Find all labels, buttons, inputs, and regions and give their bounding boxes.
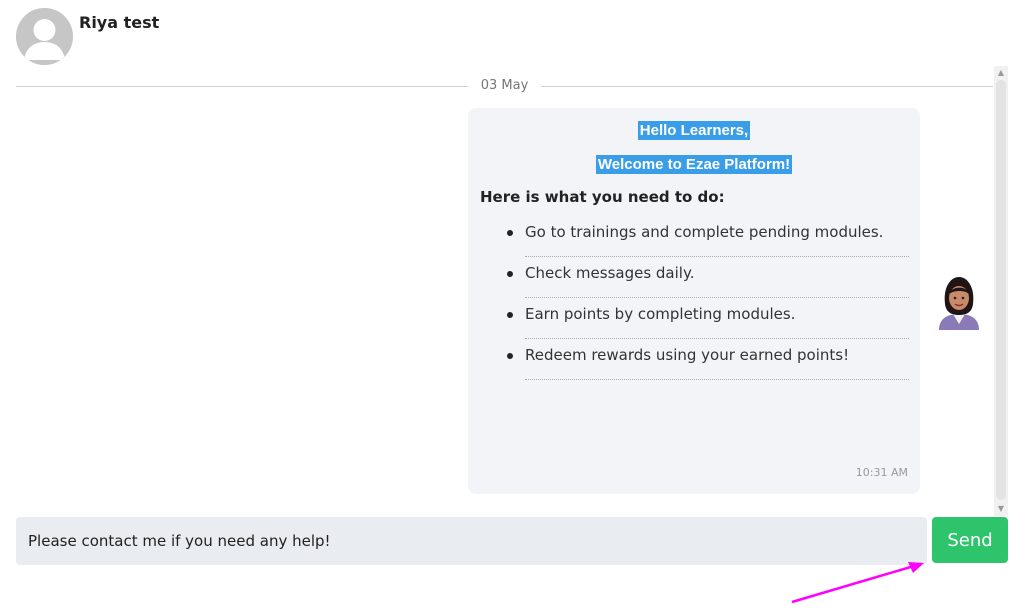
chat-header: Riya test — [16, 8, 616, 65]
divider-line — [541, 86, 993, 87]
default-user-icon — [16, 8, 73, 65]
scroll-thumb[interactable] — [996, 80, 1006, 500]
messages-scrollbar[interactable]: ▲ ▼ — [994, 66, 1008, 516]
divider-line — [16, 86, 468, 87]
contact-avatar[interactable] — [16, 8, 73, 65]
instructions-heading: Here is what you need to do: — [480, 188, 725, 206]
date-label: 03 May — [480, 78, 529, 93]
message-bubble: Hello Learners, Welcome to Ezae Platform… — [468, 108, 920, 494]
scroll-up-arrow-icon[interactable]: ▲ — [994, 66, 1008, 80]
list-item: Check messages daily. — [507, 257, 909, 298]
task-list: Go to trainings and complete pending mod… — [507, 216, 909, 380]
list-item: Redeem rewards using your earned points! — [507, 339, 909, 380]
sender-avatar — [936, 274, 982, 330]
female-avatar-icon — [939, 277, 979, 330]
contact-name: Riya test — [79, 13, 160, 32]
highlighted-text: Welcome to Ezae Platform! — [595, 155, 793, 174]
send-button[interactable]: Send — [932, 517, 1008, 563]
list-item: Earn points by completing modules. — [507, 298, 909, 339]
scroll-down-arrow-icon[interactable]: ▼ — [994, 502, 1008, 516]
highlighted-text: Hello Learners, — [637, 121, 751, 140]
greeting-line: Hello Learners, — [468, 120, 920, 140]
message-timestamp: 10:31 AM — [855, 466, 908, 479]
welcome-line: Welcome to Ezae Platform! — [468, 154, 920, 174]
list-item: Go to trainings and complete pending mod… — [507, 216, 909, 257]
annotation-arrow-icon — [791, 562, 924, 604]
date-divider: 03 May — [16, 78, 993, 96]
